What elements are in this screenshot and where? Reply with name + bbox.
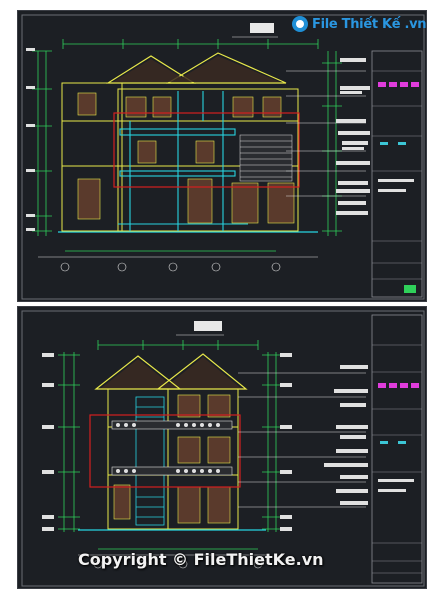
title-block-top [372,70,422,293]
drawing-sheet-top [17,10,427,302]
copyright-watermark: Copyright © FileThietKe.vn [78,550,324,569]
filethietke-logo-icon [292,16,308,32]
logo-text: File Thiết Kế .vn [312,16,427,32]
front-elevation-drawing [21,14,425,300]
grid-axis-markers [38,256,318,272]
dimension-lines-left [32,50,52,236]
drawing-sheet-bottom [17,306,427,589]
side-elevation-drawing [21,310,425,587]
brand-logo: File Thiết Kế .vn [292,16,427,32]
title-block-bottom [372,344,422,574]
